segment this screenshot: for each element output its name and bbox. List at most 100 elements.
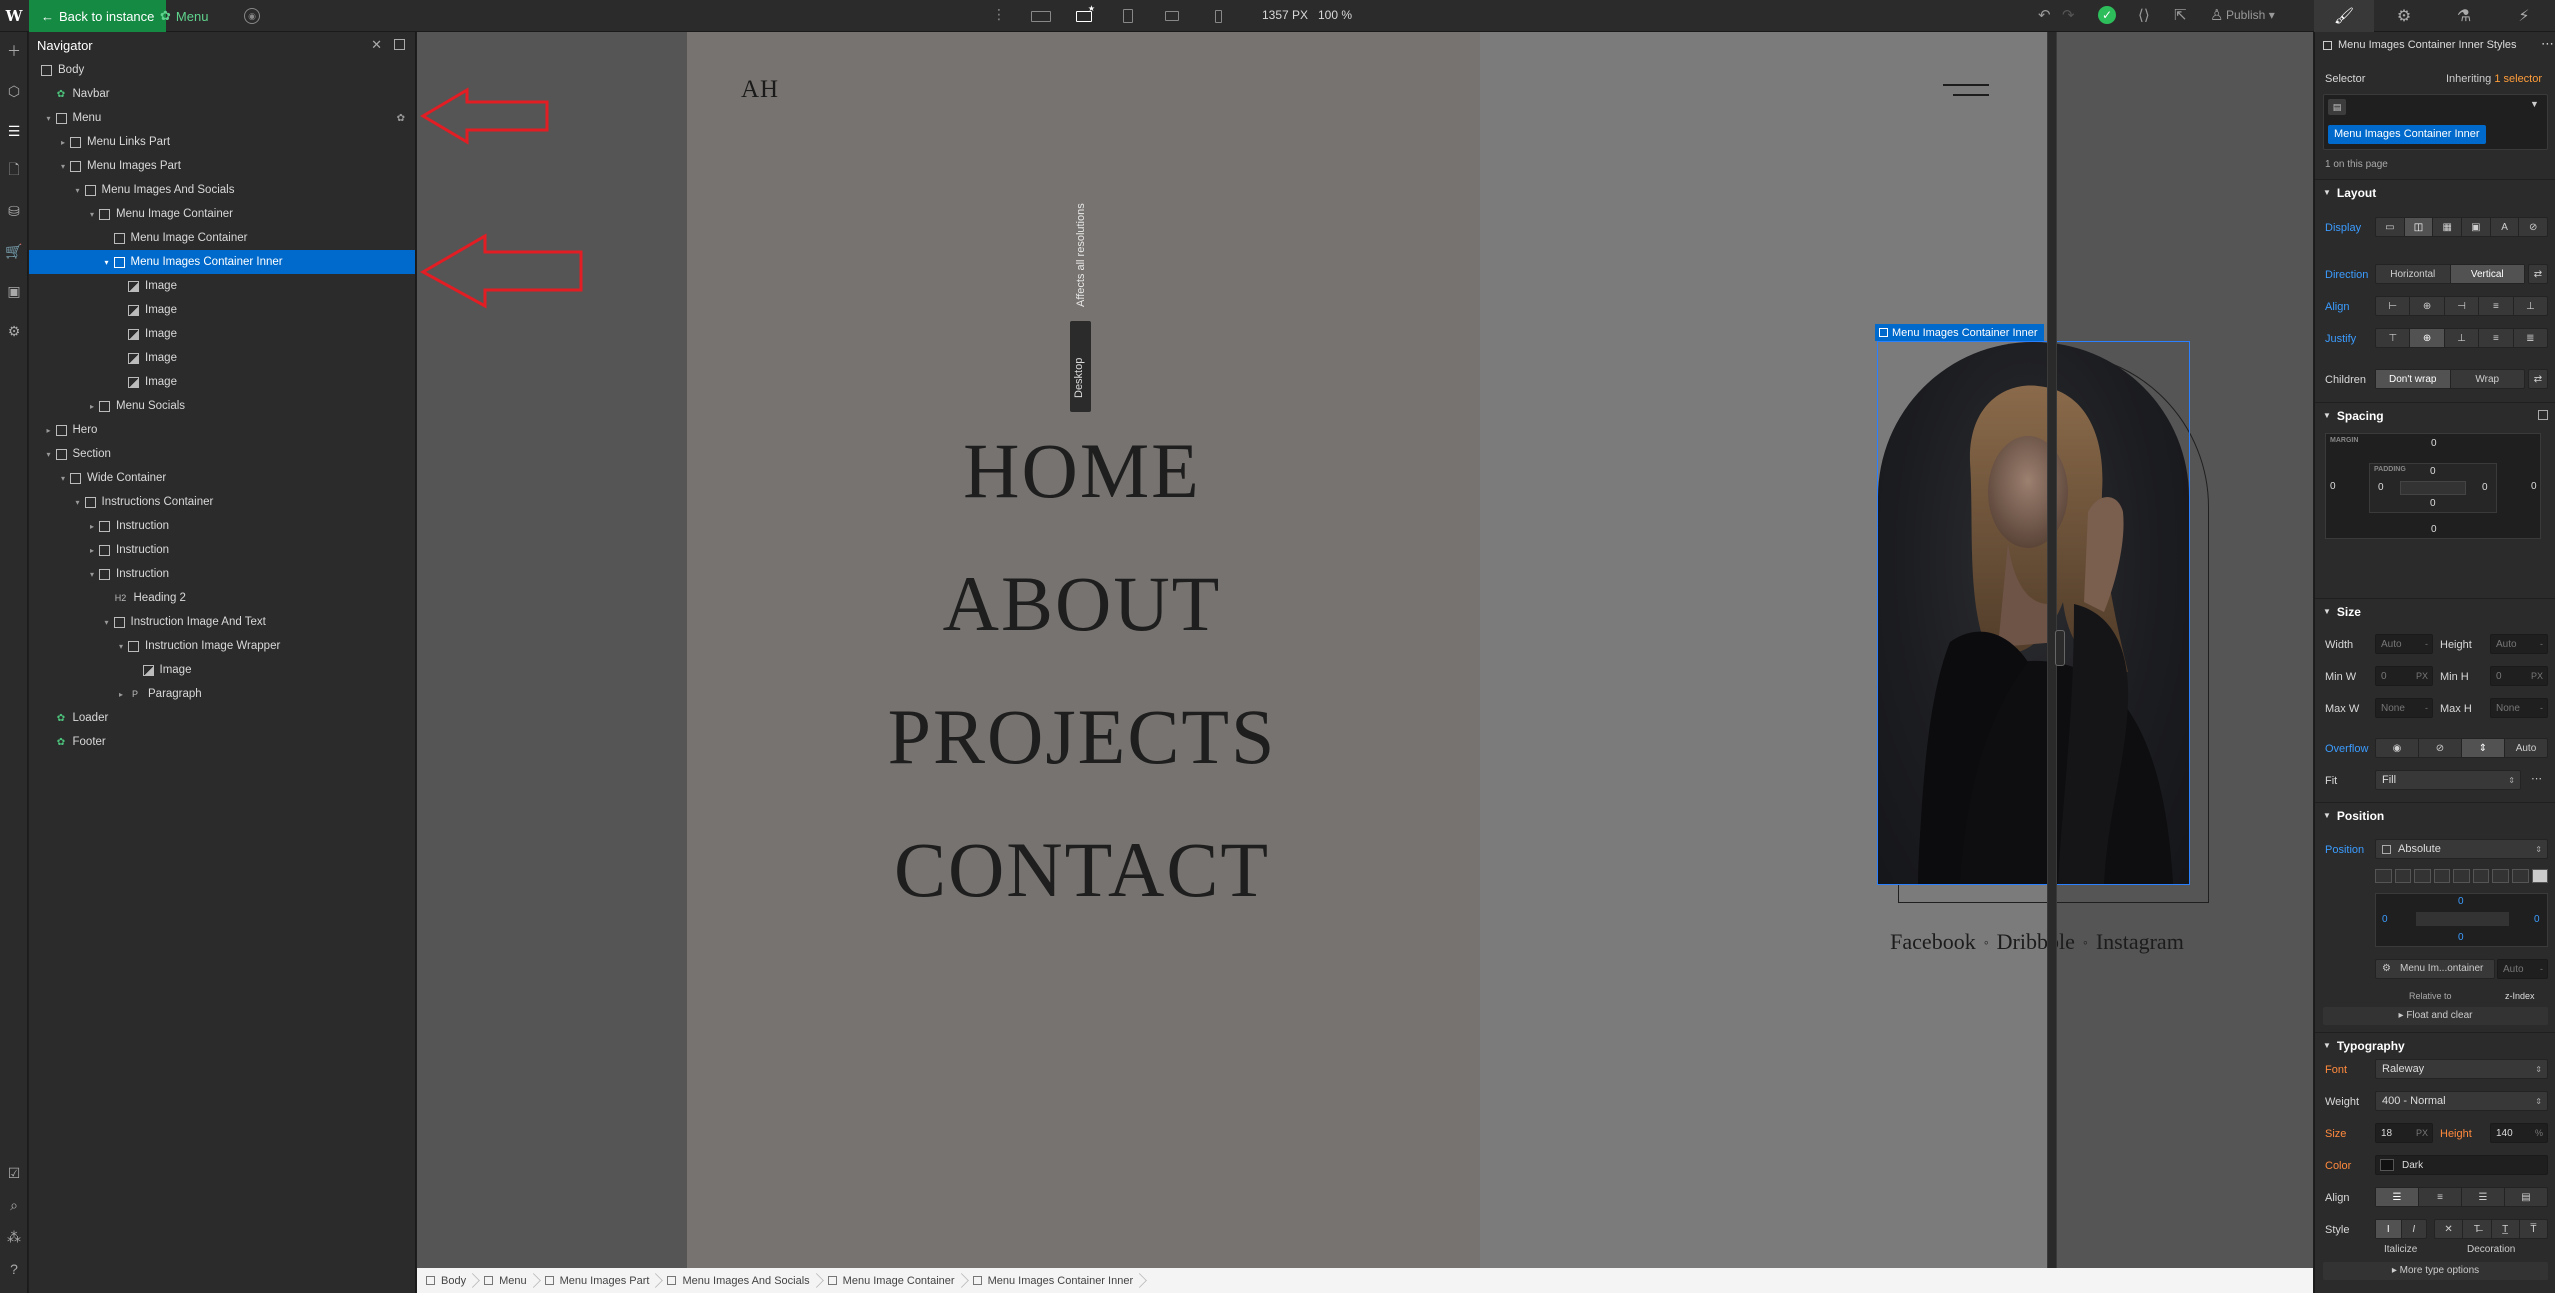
justify-around-icon[interactable]: ≣ xyxy=(2514,329,2547,347)
collapse-x-icon[interactable]: ✕ xyxy=(371,37,382,53)
navigator-item[interactable]: ▾ Menu Images And Socials xyxy=(29,178,415,202)
social-link-dribbble[interactable]: Dribbble xyxy=(1997,929,2075,954)
breakpoint-desktop-tab[interactable]: Desktop xyxy=(1070,321,1091,412)
navigator-item[interactable]: ▾ Instruction xyxy=(29,562,415,586)
navigator-item[interactable]: Image xyxy=(29,370,415,394)
position-offset-box[interactable]: 0 0 0 0 xyxy=(2375,893,2548,947)
preset-full-icon[interactable] xyxy=(2531,869,2549,883)
breadcrumb-item[interactable]: Body xyxy=(417,1268,475,1293)
inheriting-note[interactable]: Inheriting 1 selector xyxy=(2446,73,2542,85)
expand-caret-icon[interactable]: ▾ xyxy=(58,162,68,171)
navigator-item[interactable]: ▸ Instruction xyxy=(29,538,415,562)
align-baseline-icon[interactable]: ⊥ xyxy=(2514,297,2547,315)
expand-caret-icon[interactable]: ▾ xyxy=(87,570,97,579)
breadcrumb-item[interactable]: Menu Image Container xyxy=(819,1268,964,1293)
publish-button[interactable]: Publish ▾ xyxy=(2226,8,2275,22)
align-center-icon[interactable]: ⊕ xyxy=(2410,297,2445,315)
breadcrumb-item[interactable]: Menu Images Container Inner xyxy=(964,1268,1143,1293)
breakpoint-desktop-icon[interactable]: ★ xyxy=(1070,4,1098,28)
more-dots-icon[interactable]: ⋮ xyxy=(992,6,1006,23)
navigator-layers-icon[interactable]: ☰ xyxy=(5,122,23,140)
undo-icon[interactable]: ↶ xyxy=(2038,6,2051,24)
selector-dropdown-icon[interactable]: ▼ xyxy=(2530,99,2539,109)
breakpoint-landscape-icon[interactable] xyxy=(1158,4,1186,28)
ecommerce-cart-icon[interactable]: 🛒 xyxy=(5,242,23,260)
navigator-item[interactable]: Image xyxy=(29,658,415,682)
social-link-instagram[interactable]: Instagram xyxy=(2096,929,2184,954)
selector-type-icon[interactable]: ▤ xyxy=(2328,99,2346,115)
webflow-logo[interactable]: W xyxy=(0,0,28,32)
direction-horizontal-button[interactable]: Horizontal xyxy=(2376,265,2451,283)
navigator-item[interactable]: ▸ Menu Links Part xyxy=(29,130,415,154)
overflow-auto-button[interactable]: Auto xyxy=(2505,739,2547,757)
pin-panel-icon[interactable] xyxy=(394,39,405,50)
min-height-input[interactable]: 0 PX xyxy=(2490,666,2548,686)
interactions-tab-icon[interactable]: ⚗ xyxy=(2434,0,2494,32)
display-inline-block-icon[interactable]: ▣ xyxy=(2462,218,2491,236)
expand-caret-icon[interactable]: ▾ xyxy=(87,210,97,219)
navigator-item[interactable]: ▸ Hero xyxy=(29,418,415,442)
strikethrough-icon[interactable]: T̶ xyxy=(2463,1220,2492,1238)
navigator-item[interactable]: Body xyxy=(29,58,415,82)
display-grid-icon[interactable]: ▦ xyxy=(2433,218,2463,236)
preset-top-right-icon[interactable] xyxy=(2394,869,2412,883)
site-logo[interactable]: AH xyxy=(741,76,779,104)
audit-checkbox-icon[interactable]: ☑ xyxy=(5,1164,23,1182)
collapsed-caret-icon[interactable]: ▸ xyxy=(58,138,68,147)
preview-eye-icon[interactable]: ◉ xyxy=(244,8,260,24)
navigator-item[interactable]: ▾ Instruction Image And Text xyxy=(29,610,415,634)
site-preview[interactable]: AH HOME ABOUT PROJECTS CONTACT Menu Imag… xyxy=(687,32,2209,1268)
breakpoint-phone-icon[interactable] xyxy=(1204,4,1232,28)
style-tab-brush-icon[interactable]: 🖌 xyxy=(2314,0,2374,32)
menu-link-about[interactable]: ABOUT xyxy=(832,537,1332,670)
add-panel-plus-icon[interactable]: ＋ xyxy=(5,42,23,60)
navigator-item[interactable]: Image xyxy=(29,346,415,370)
expand-caret-icon[interactable]: ▾ xyxy=(102,618,112,627)
align-start-icon[interactable]: ⊢ xyxy=(2376,297,2411,315)
navigator-item[interactable]: ▾ Section xyxy=(29,442,415,466)
height-input[interactable]: Auto - xyxy=(2490,634,2548,654)
selected-element-label[interactable]: Menu Images Container Inner xyxy=(1875,324,2044,341)
collapsed-caret-icon[interactable]: ▸ xyxy=(116,690,126,699)
margin-top-value[interactable]: 0 xyxy=(2431,438,2437,449)
breadcrumb-item[interactable]: Menu Images Part xyxy=(536,1268,659,1293)
navigator-item[interactable]: ✿ Footer xyxy=(29,730,415,754)
hamburger-menu-icon[interactable] xyxy=(1943,84,1989,98)
selector-chip[interactable]: Menu Images Container Inner xyxy=(2328,125,2486,144)
preset-top-left-icon[interactable] xyxy=(2375,869,2392,883)
zoom-readout[interactable]: 100 % xyxy=(1318,8,1352,22)
align-justify-icon[interactable]: ▤ xyxy=(2505,1188,2547,1206)
navigator-item[interactable]: Image xyxy=(29,298,415,322)
menu-link-home[interactable]: HOME xyxy=(832,404,1332,537)
navigator-item[interactable]: H2 Heading 2 xyxy=(29,586,415,610)
breakpoint-tablet-icon[interactable] xyxy=(1114,4,1142,28)
breakpoint-large-icon[interactable] xyxy=(1027,4,1055,28)
collapsed-caret-icon[interactable]: ▸ xyxy=(44,426,54,435)
navigator-item[interactable]: Image xyxy=(29,274,415,298)
align-left-icon[interactable]: ☰ xyxy=(2376,1188,2419,1206)
navigator-item[interactable]: ▾ Menu ✿ xyxy=(29,106,415,130)
design-canvas[interactable]: AH HOME ABOUT PROJECTS CONTACT Menu Imag… xyxy=(417,32,2313,1268)
navigator-item[interactable]: Menu Image Container xyxy=(29,226,415,250)
help-icon[interactable]: ? xyxy=(5,1260,23,1278)
navigator-item[interactable]: ▾ Instruction Image Wrapper xyxy=(29,634,415,658)
display-flex-icon[interactable]: ◫ xyxy=(2404,218,2434,236)
expand-caret-icon[interactable]: ▾ xyxy=(58,474,68,483)
style-normal-icon[interactable]: I xyxy=(2376,1220,2402,1238)
spacing-section-header[interactable]: ▼ Spacing xyxy=(2315,402,2555,428)
padding-right-value[interactable]: 0 xyxy=(2482,482,2488,493)
direction-reverse-button[interactable]: ⇄ xyxy=(2528,264,2548,284)
justify-between-icon[interactable]: ≡ xyxy=(2479,329,2514,347)
components-cube-icon[interactable]: ⬡ xyxy=(5,82,23,100)
code-icon[interactable]: ⟨⟩ xyxy=(2138,6,2150,24)
float-and-clear-button[interactable]: ▸ Float and clear xyxy=(2323,1007,2548,1025)
collapsed-caret-icon[interactable]: ▸ xyxy=(87,546,97,555)
navigator-item[interactable]: ✿ Navbar xyxy=(29,82,415,106)
fit-more-icon[interactable]: ⋯ xyxy=(2531,772,2542,785)
padding-top-value[interactable]: 0 xyxy=(2430,466,2436,477)
display-inline-icon[interactable]: A xyxy=(2491,218,2520,236)
pages-icon[interactable]: 🗋 xyxy=(5,161,23,180)
relative-to-select[interactable]: ⚙ Menu Im...ontainer xyxy=(2375,959,2495,979)
expand-caret-icon[interactable]: ▾ xyxy=(73,186,83,195)
portrait-image[interactable] xyxy=(1878,342,2189,884)
